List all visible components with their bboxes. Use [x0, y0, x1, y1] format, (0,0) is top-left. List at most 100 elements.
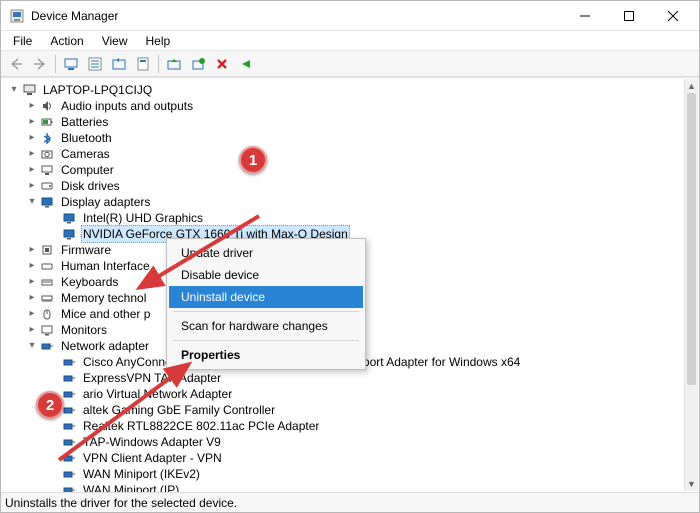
chevron-right-icon[interactable]: ▸ — [25, 130, 39, 146]
context-item-update-driver[interactable]: Update driver — [169, 242, 363, 264]
callout-badge-2: 2 — [36, 391, 64, 419]
tree-category-cameras[interactable]: ▸Cameras — [3, 146, 697, 162]
toolbar-properties-icon[interactable] — [84, 53, 106, 75]
tree-device-net-realtek-pcie[interactable]: ▸Realtek RTL8822CE 802.11ac PCIe Adapter — [3, 418, 697, 434]
node-label: Realtek RTL8822CE 802.11ac PCIe Adapter — [81, 418, 321, 434]
computer-icon — [21, 83, 37, 97]
minimize-button[interactable] — [563, 2, 607, 30]
maximize-button[interactable] — [607, 2, 651, 30]
toolbar-computer-icon[interactable] — [60, 53, 82, 75]
camera-icon — [39, 147, 55, 161]
node-label: Human Interface — [59, 258, 152, 274]
node-label: Network adapter — [59, 338, 151, 354]
tree-device-net-realtek-gbe[interactable]: ▸altek Gaming GbE Family Controller — [3, 402, 697, 418]
chevron-down-icon[interactable]: ▾ — [25, 194, 39, 210]
toolbar-separator — [158, 55, 159, 73]
context-item-properties[interactable]: Properties — [169, 344, 363, 366]
node-label: altek Gaming GbE Family Controller — [81, 402, 277, 418]
tree-category-audio[interactable]: ▸ Audio inputs and outputs — [3, 98, 697, 114]
network-adapter-icon — [61, 483, 77, 492]
network-adapter-icon — [61, 435, 77, 449]
chevron-right-icon[interactable]: ▸ — [25, 306, 39, 322]
menu-bar: File Action View Help — [1, 31, 699, 51]
toolbar-uninstall-icon[interactable] — [211, 53, 233, 75]
chevron-down-icon[interactable]: ▾ — [7, 82, 21, 98]
toolbar-enable-icon[interactable] — [235, 53, 257, 75]
chevron-down-icon[interactable]: ▾ — [25, 338, 39, 354]
network-adapter-icon — [61, 371, 77, 385]
tree-device-net-wan-ip[interactable]: ▸WAN Miniport (IP) — [3, 482, 697, 492]
tree-device-net-virtual[interactable]: ▸ario Virtual Network Adapter — [3, 386, 697, 402]
back-button[interactable] — [5, 53, 27, 75]
network-adapter-icon — [39, 339, 55, 353]
node-label: LAPTOP-LPQ1CIJQ — [41, 82, 154, 98]
chevron-right-icon[interactable]: ▸ — [25, 146, 39, 162]
network-adapter-icon — [61, 451, 77, 465]
memory-icon — [39, 291, 55, 305]
tree-category-computer[interactable]: ▸Computer — [3, 162, 697, 178]
disk-icon — [39, 179, 55, 193]
computer-icon — [39, 163, 55, 177]
display-adapter-icon — [39, 195, 55, 209]
network-adapter-icon — [61, 419, 77, 433]
tree-device-net-tap[interactable]: ▸TAP-Windows Adapter V9 — [3, 434, 697, 450]
menu-file[interactable]: File — [5, 33, 40, 49]
network-adapter-icon — [61, 355, 77, 369]
node-label: ExpressVPN TAP Adapter — [81, 370, 223, 386]
menu-action[interactable]: Action — [42, 33, 91, 49]
vertical-scrollbar[interactable]: ▲ ▼ — [684, 79, 698, 491]
tree-device-net-vpnclient[interactable]: ▸VPN Client Adapter - VPN — [3, 450, 697, 466]
context-item-uninstall-device[interactable]: Uninstall device — [169, 286, 363, 308]
tree-category-bluetooth[interactable]: ▸ Bluetooth — [3, 130, 697, 146]
node-label: Intel(R) UHD Graphics — [81, 210, 205, 226]
tree-device-display-intel[interactable]: ▸Intel(R) UHD Graphics — [3, 210, 697, 226]
mouse-icon — [39, 307, 55, 321]
node-label: Audio inputs and outputs — [59, 98, 195, 114]
chevron-right-icon[interactable]: ▸ — [25, 258, 39, 274]
context-separator — [173, 340, 359, 341]
node-label: WAN Miniport (IP) — [81, 482, 181, 492]
window-title: Device Manager — [31, 9, 118, 23]
status-text: Uninstalls the driver for the selected d… — [5, 496, 237, 510]
menu-view[interactable]: View — [94, 33, 136, 49]
chevron-right-icon[interactable]: ▸ — [25, 98, 39, 114]
chevron-right-icon[interactable]: ▸ — [25, 162, 39, 178]
tree-root[interactable]: ▾ LAPTOP-LPQ1CIJQ — [3, 82, 697, 98]
context-menu: Update driver Disable device Uninstall d… — [166, 238, 366, 370]
chevron-right-icon[interactable]: ▸ — [25, 290, 39, 306]
scroll-down-button[interactable]: ▼ — [685, 477, 698, 491]
tree-device-net-wan-ikev2[interactable]: ▸WAN Miniport (IKEv2) — [3, 466, 697, 482]
toolbar — [1, 51, 699, 77]
forward-button[interactable] — [29, 53, 51, 75]
close-button[interactable] — [651, 2, 695, 30]
chevron-right-icon[interactable]: ▸ — [25, 114, 39, 130]
node-label: ario Virtual Network Adapter — [81, 386, 234, 402]
context-separator — [173, 311, 359, 312]
display-adapter-icon — [61, 227, 77, 241]
chevron-right-icon[interactable]: ▸ — [25, 242, 39, 258]
scroll-up-button[interactable]: ▲ — [685, 79, 698, 93]
app-icon — [9, 8, 25, 24]
node-label: Mice and other p — [59, 306, 152, 322]
tree-device-net-express[interactable]: ▸ExpressVPN TAP Adapter — [3, 370, 697, 386]
chevron-right-icon[interactable]: ▸ — [25, 274, 39, 290]
scroll-thumb[interactable] — [687, 93, 696, 385]
toolbar-refresh-icon[interactable] — [108, 53, 130, 75]
menu-help[interactable]: Help — [138, 33, 179, 49]
toolbar-scan-hardware-icon[interactable] — [187, 53, 209, 75]
network-adapter-icon — [61, 467, 77, 481]
node-label: Monitors — [59, 322, 109, 338]
toolbar-sheet-icon[interactable] — [132, 53, 154, 75]
chevron-right-icon[interactable]: ▸ — [25, 322, 39, 338]
tree-category-batteries[interactable]: ▸Batteries — [3, 114, 697, 130]
scroll-track[interactable] — [685, 93, 698, 477]
bluetooth-icon — [39, 131, 55, 145]
chevron-right-icon[interactable]: ▸ — [25, 178, 39, 194]
audio-icon — [39, 99, 55, 113]
context-item-scan-hardware[interactable]: Scan for hardware changes — [169, 315, 363, 337]
tree-category-display[interactable]: ▾Display adapters — [3, 194, 697, 210]
context-item-disable-device[interactable]: Disable device — [169, 264, 363, 286]
toolbar-update-driver-icon[interactable] — [163, 53, 185, 75]
node-label: Bluetooth — [59, 130, 114, 146]
tree-category-disk[interactable]: ▸Disk drives — [3, 178, 697, 194]
